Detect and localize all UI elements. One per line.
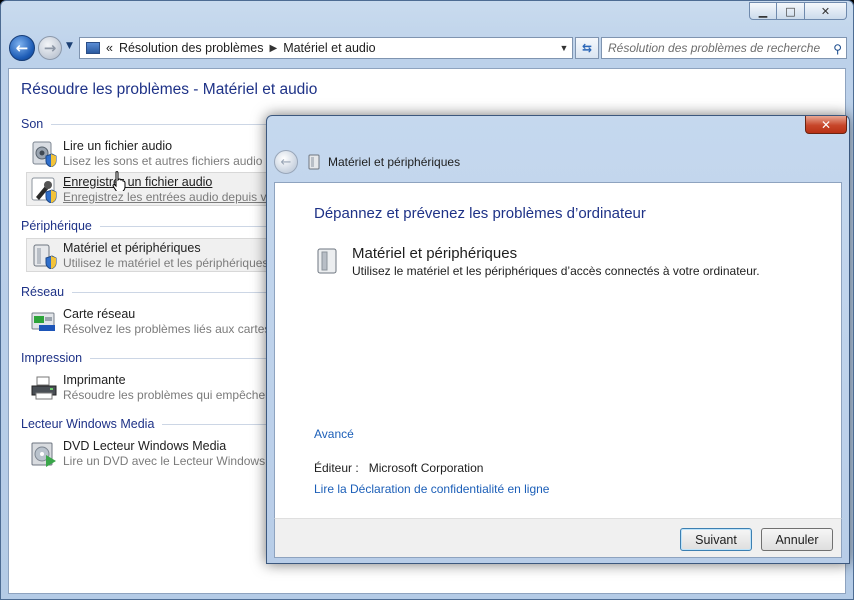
troubleshooter-title: Matériel et périphériques: [352, 245, 518, 262]
breadcrumb-separator-icon[interactable]: ▶: [269, 43, 277, 54]
explorer-window: ▁ □ ✕ ← → ▼ « Résolution des problèmes ▶…: [0, 0, 854, 600]
back-arrow-icon: ←: [280, 154, 292, 170]
item-description: Lisez les sons et autres fichiers audio …: [63, 154, 276, 168]
microphone-shield-icon: [31, 177, 57, 203]
close-icon: ✕: [820, 117, 832, 132]
forward-button[interactable]: →: [38, 36, 62, 60]
back-button[interactable]: ←: [9, 35, 35, 61]
publisher-value: Microsoft Corporation: [368, 461, 484, 475]
advanced-link[interactable]: Avancé: [314, 427, 354, 441]
network-adapter-icon: [31, 312, 55, 331]
cancel-button[interactable]: Annuler: [761, 528, 833, 551]
search-placeholder: Résolution des problèmes de recherche: [608, 41, 821, 55]
troubleshooter-dialog: ✕ ← Matériel et périphériques Dépannez e…: [266, 115, 850, 564]
close-button[interactable]: ✕: [805, 2, 847, 20]
dialog-breadcrumb: Matériel et périphériques: [328, 155, 461, 169]
dialog-navigation: ← Matériel et périphériques: [274, 150, 460, 174]
breadcrumb-hardware-sound[interactable]: Matériel et audio: [283, 41, 375, 55]
control-panel-icon: [86, 42, 100, 54]
address-dropdown-chevron-down-icon[interactable]: ▼: [556, 43, 572, 53]
minimize-button[interactable]: ▁: [749, 2, 777, 20]
recent-pages-chevron-down-icon[interactable]: ▼: [66, 41, 73, 51]
refresh-button[interactable]: ⇆: [575, 37, 599, 59]
dialog-heading: Dépannez et prévenez les problèmes d’ord…: [314, 205, 646, 222]
search-icon[interactable]: ⚲: [833, 42, 842, 56]
forward-arrow-icon: →: [43, 39, 57, 57]
item-title: Lire un fichier audio: [63, 139, 173, 153]
back-arrow-icon: ←: [15, 39, 29, 57]
publisher-label: Éditeur :: [314, 461, 359, 475]
next-button[interactable]: Suivant: [680, 528, 752, 551]
breadcrumb-troubleshooting[interactable]: Résolution des problèmes: [119, 41, 264, 55]
item-description: Résolvez les problèmes liés aux cartes E: [63, 322, 282, 336]
speaker-shield-icon: [32, 141, 57, 167]
privacy-statement-link[interactable]: Lire la Déclaration de confidentialité e…: [314, 482, 549, 496]
troubleshooter-description: Utilisez le matériel et les périphérique…: [352, 264, 760, 278]
item-title: Imprimante: [63, 373, 126, 387]
item-title: Enregistrer un fichier audio: [63, 175, 213, 189]
item-description: Lire un DVD avec le Lecteur Windows M: [63, 454, 279, 468]
hand-cursor-icon: [112, 171, 126, 191]
printer-icon: [31, 376, 57, 400]
address-bar[interactable]: « Résolution des problèmes ▶ Matériel et…: [79, 37, 573, 59]
hardware-device-icon: [317, 248, 337, 274]
navigation-bar: ← → ▼ « Résolution des problèmes ▶ Matér…: [9, 35, 849, 61]
refresh-icon: ⇆: [581, 41, 593, 55]
item-title: DVD Lecteur Windows Media: [63, 439, 227, 453]
item-title: Matériel et périphériques: [63, 241, 201, 255]
hardware-device-shield-icon: [33, 244, 57, 269]
dialog-close-button[interactable]: ✕: [805, 116, 847, 134]
dialog-footer: Suivant Annuler: [274, 518, 842, 558]
dialog-back-button[interactable]: ←: [274, 150, 298, 174]
address-overflow-chevrons[interactable]: «: [106, 41, 113, 55]
caption-buttons: ▁ □ ✕: [749, 2, 847, 20]
dialog-body: Dépannez et prévenez les problèmes d’ord…: [274, 182, 842, 518]
item-description: Enregistrez les entrées audio depuis vo: [63, 190, 274, 204]
maximize-button[interactable]: □: [777, 2, 805, 20]
item-description: Résoudre les problèmes qui empêchen: [63, 388, 272, 402]
item-title: Carte réseau: [63, 307, 136, 321]
hardware-device-icon: [308, 154, 320, 170]
dvd-player-icon: [31, 442, 56, 467]
page-title: Résoudre les problèmes - Matériel et aud…: [21, 81, 318, 98]
publisher-row: Éditeur : Microsoft Corporation: [314, 461, 483, 475]
item-description: Utilisez le matériel et les périphérique…: [63, 256, 269, 270]
search-input[interactable]: Résolution des problèmes de recherche ⚲: [601, 37, 847, 59]
